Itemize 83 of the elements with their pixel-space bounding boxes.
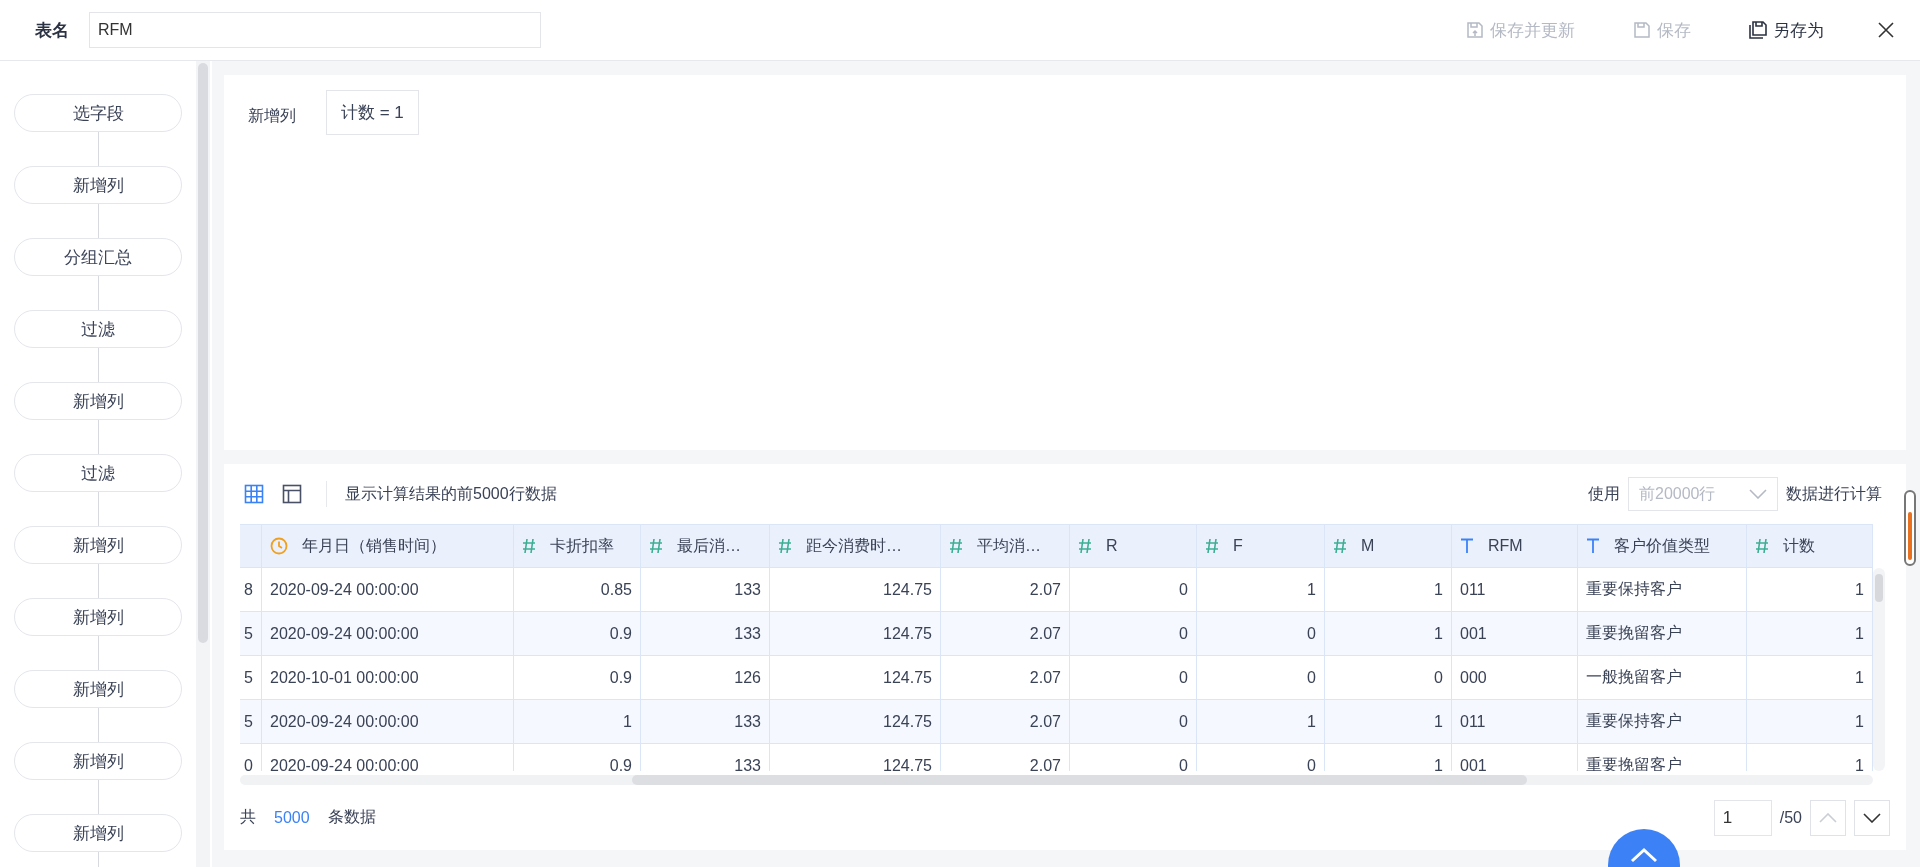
table-cell: 0 xyxy=(1070,700,1197,744)
number-icon xyxy=(649,538,663,554)
column-header[interactable]: M xyxy=(1325,525,1452,568)
horizontal-scrollbar[interactable] xyxy=(240,775,1873,785)
pipeline-step[interactable]: 新增列 xyxy=(14,742,182,780)
pipeline-step[interactable]: 选字段 xyxy=(14,94,182,132)
table-cell: 0.9 xyxy=(514,612,641,656)
total-count: 5000 xyxy=(274,808,310,827)
table-cell: 1 xyxy=(1197,700,1325,744)
table-name-field[interactable]: RFM xyxy=(89,12,541,48)
chevron-down-icon xyxy=(1863,812,1881,823)
number-icon xyxy=(1755,538,1769,554)
chevron-down-icon xyxy=(1749,489,1767,499)
grid-icon xyxy=(244,484,264,504)
number-icon xyxy=(1205,538,1219,554)
column-header[interactable]: 最后消… xyxy=(641,525,770,568)
save-icon xyxy=(1466,21,1484,39)
table-cell: 124.75 xyxy=(770,612,941,656)
table-cell: 0 xyxy=(1197,612,1325,656)
table-cell: 2020-09-24 00:00:00 xyxy=(262,700,514,744)
column-header[interactable]: 平均消… xyxy=(941,525,1070,568)
chevron-up-icon xyxy=(1630,847,1658,863)
column-header[interactable]: 年月日（销售时间） xyxy=(262,525,514,568)
table-cell: 0 xyxy=(1070,612,1197,656)
pipeline-step[interactable]: 新增列 xyxy=(14,526,182,564)
table-cell: 001 xyxy=(1452,612,1578,656)
total-prefix: 共 xyxy=(240,807,256,827)
save-as-icon xyxy=(1749,21,1767,39)
table-cell: 2.07 xyxy=(941,700,1070,744)
table-cell: 5 xyxy=(240,700,262,744)
table-cell: 124.75 xyxy=(770,700,941,744)
table-cell: 2020-09-24 00:00:00 xyxy=(262,612,514,656)
chevron-up-icon xyxy=(1819,812,1837,823)
clock-icon xyxy=(270,537,288,555)
table-cell: 1 xyxy=(514,700,641,744)
table-cell: 2.07 xyxy=(941,612,1070,656)
table-cell: 5 xyxy=(240,612,262,656)
pipeline-step[interactable]: 分组汇总 xyxy=(14,238,182,276)
close-icon xyxy=(1878,22,1894,38)
save-icon xyxy=(1633,21,1651,39)
step-label: 新增列 xyxy=(248,106,296,126)
table-cell: 重要保持客户 xyxy=(1578,700,1747,744)
pipeline-step[interactable]: 新增列 xyxy=(14,166,182,204)
save-as-button[interactable]: 另存为 xyxy=(1749,14,1824,46)
compute-label: 数据进行计算 xyxy=(1786,483,1882,504)
table-cell: 重要挽留客户 xyxy=(1578,612,1747,656)
table-cell: 1 xyxy=(1325,612,1452,656)
pipeline-step[interactable]: 新增列 xyxy=(14,598,182,636)
pipeline-step[interactable]: 过滤 xyxy=(14,454,182,492)
number-icon xyxy=(778,538,792,554)
expression-tag[interactable]: 计数 = 1 xyxy=(326,90,419,135)
pipeline-step[interactable]: 新增列 xyxy=(14,670,182,708)
table-cell: 133 xyxy=(641,612,770,656)
use-label: 使用 xyxy=(1588,483,1620,504)
number-icon xyxy=(1333,538,1347,554)
text-type-icon xyxy=(1460,538,1474,554)
page-field[interactable]: 1 xyxy=(1713,799,1772,836)
table-name-label: 表名 xyxy=(35,19,69,42)
column-header[interactable]: 客户价值类型 xyxy=(1578,525,1747,568)
next-page-button[interactable] xyxy=(1854,799,1890,836)
text-type-icon xyxy=(1586,538,1600,554)
number-icon xyxy=(1078,538,1092,554)
pipeline-step[interactable]: 过滤 xyxy=(14,310,182,348)
total-suffix: 条数据 xyxy=(327,807,376,827)
layout-icon xyxy=(282,484,302,504)
column-header[interactable]: 卡折扣率 xyxy=(514,525,641,568)
number-icon xyxy=(522,538,536,554)
page-count: /50 xyxy=(1779,808,1802,827)
column-header[interactable]: 计数 xyxy=(1747,525,1873,568)
page-scrollbar[interactable] xyxy=(1904,490,1916,566)
vertical-scrollbar[interactable] xyxy=(1873,568,1885,771)
table-cell: 011 xyxy=(1452,700,1578,744)
number-icon xyxy=(949,538,963,554)
table-cell: 1 xyxy=(1325,700,1452,744)
scrollbar[interactable] xyxy=(196,61,210,867)
preview-caption: 显示计算结果的前5000行数据 xyxy=(345,483,557,504)
pipeline-step[interactable]: 新增列 xyxy=(14,814,182,852)
column-header[interactable]: RFM xyxy=(1452,525,1578,568)
table-cell: 133 xyxy=(641,700,770,744)
pipeline-step[interactable]: 新增列 xyxy=(14,382,182,420)
column-header[interactable]: F xyxy=(1197,525,1325,568)
column-header[interactable]: 距今消费时… xyxy=(770,525,941,568)
column-header[interactable]: R xyxy=(1070,525,1197,568)
